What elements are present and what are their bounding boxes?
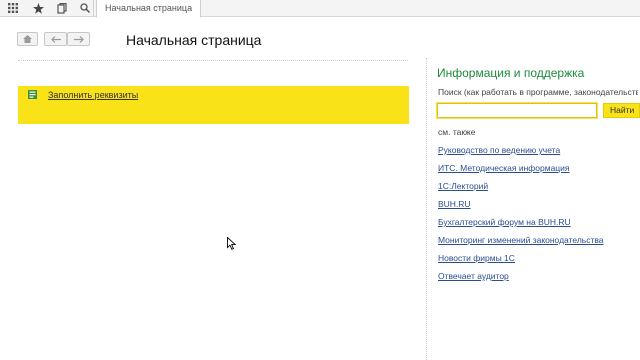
- link-1c-lectures[interactable]: 1С:Лекторий: [438, 181, 604, 199]
- info-support-heading: Информация и поддержка: [437, 66, 585, 80]
- back-button[interactable]: [44, 32, 67, 46]
- toolbar-divider: [93, 0, 94, 17]
- see-also-label: см. также: [438, 127, 476, 137]
- app-window: Начальная страница Начальная страница За…: [0, 0, 640, 360]
- link-legislation-monitoring[interactable]: Мониторинг изменений законодательства: [438, 235, 604, 253]
- support-search-input[interactable]: [436, 102, 598, 119]
- panel-divider: [426, 58, 427, 360]
- link-its-methodology[interactable]: ИТС. Методическая информация: [438, 163, 604, 181]
- fill-requisites-link[interactable]: Заполнить реквизиты: [48, 90, 138, 100]
- link-1c-news[interactable]: Новости фирмы 1С: [438, 253, 604, 271]
- forward-button[interactable]: [67, 32, 90, 46]
- requisites-icon: [28, 90, 37, 99]
- home-button[interactable]: [17, 32, 38, 46]
- mouse-cursor-icon: [227, 237, 236, 250]
- support-links-list: Руководство по ведению учета ИТС. Методи…: [438, 145, 604, 289]
- star-icon[interactable]: [29, 0, 47, 16]
- search-hint: Поиск (как работать в программе, законод…: [438, 87, 638, 97]
- history-icon[interactable]: [53, 0, 71, 16]
- arrow-right-icon: [73, 35, 84, 43]
- find-button[interactable]: Найти: [603, 103, 640, 118]
- notice-panel: Заполнить реквизиты: [18, 86, 409, 124]
- home-icon: [23, 35, 32, 43]
- tab-home-page[interactable]: Начальная страница: [96, 0, 202, 18]
- top-toolbar: Начальная страница: [0, 0, 640, 18]
- link-buh-forum[interactable]: Бухгалтерский форум на BUH.RU: [438, 217, 604, 235]
- link-buh-ru[interactable]: BUH.RU: [438, 199, 604, 217]
- link-accounting-guide[interactable]: Руководство по ведению учета: [438, 145, 604, 163]
- arrow-left-icon: [50, 35, 61, 43]
- page-title: Начальная страница: [126, 32, 262, 48]
- content-divider: [18, 60, 408, 61]
- search-icon[interactable]: [76, 0, 94, 16]
- apps-grid-icon[interactable]: [4, 0, 22, 16]
- link-auditor-answers[interactable]: Отвечает аудитор: [438, 271, 604, 289]
